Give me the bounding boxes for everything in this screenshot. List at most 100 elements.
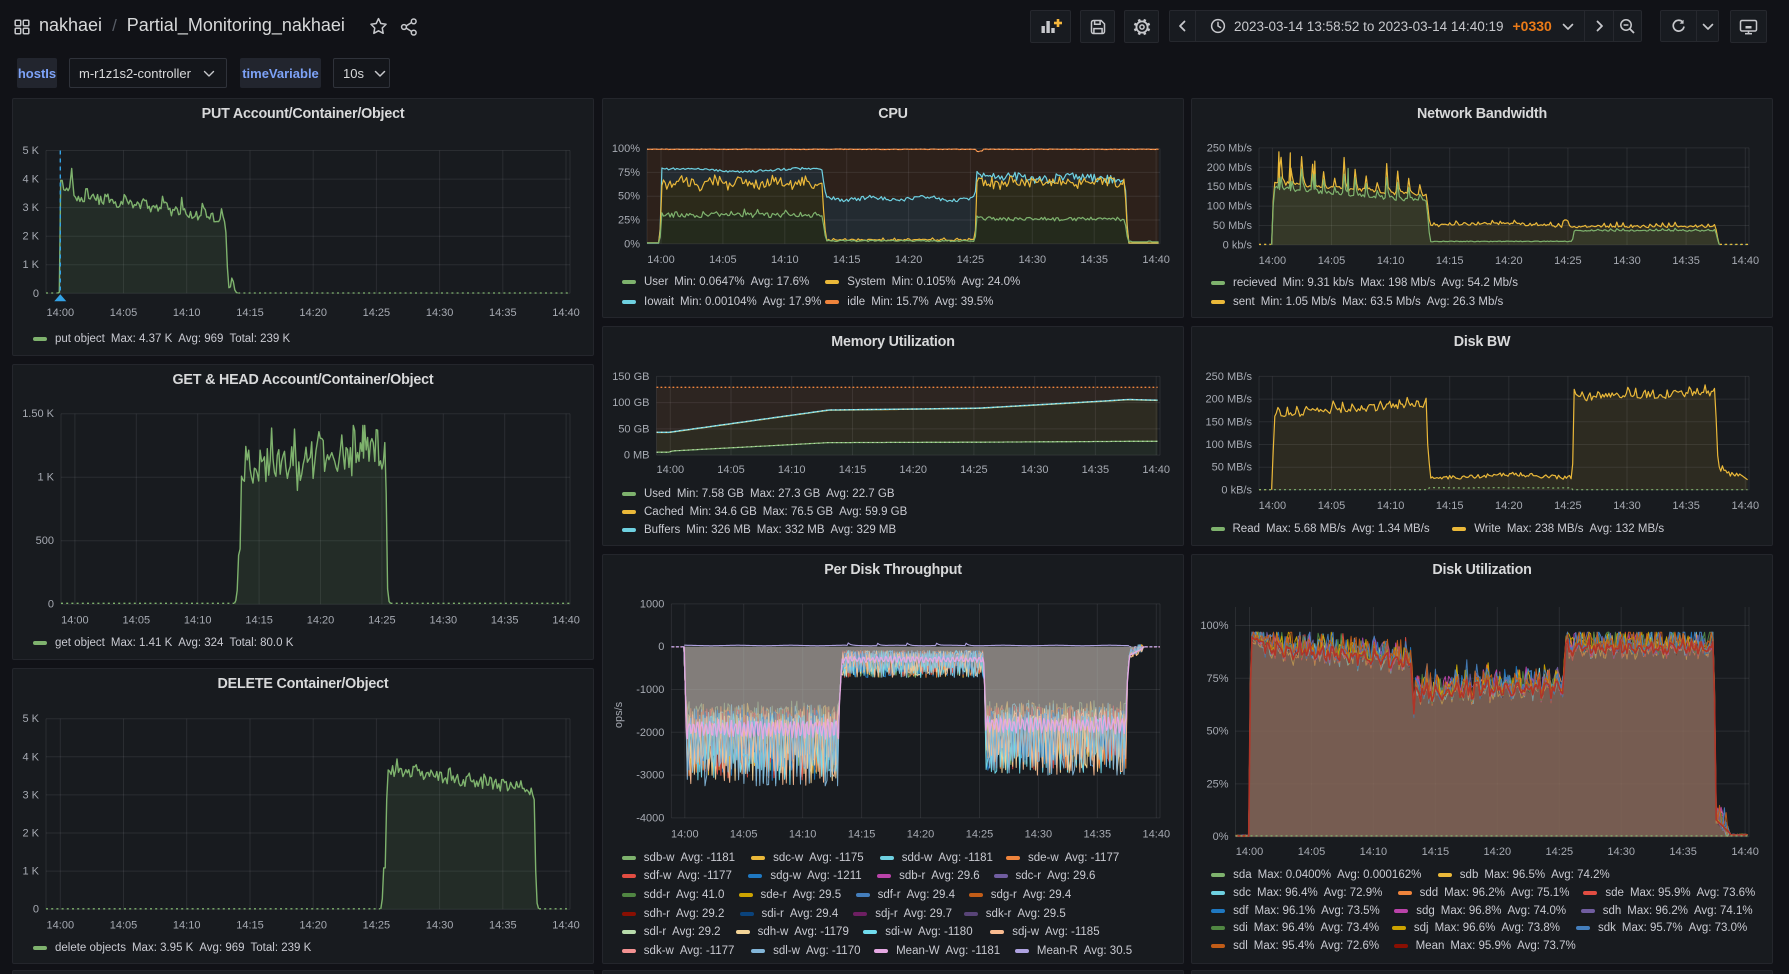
svg-text:14:25: 14:25 xyxy=(957,254,985,266)
svg-text:14:35: 14:35 xyxy=(1084,829,1112,841)
svg-text:1.50 K: 1.50 K xyxy=(22,408,54,420)
svg-text:150 MB/s: 150 MB/s xyxy=(1206,416,1253,428)
svg-text:14:40: 14:40 xyxy=(1143,829,1171,841)
svg-text:14:35: 14:35 xyxy=(1082,464,1110,476)
svg-text:14:25: 14:25 xyxy=(1546,846,1574,858)
svg-text:14:40: 14:40 xyxy=(1142,464,1170,476)
svg-text:25%: 25% xyxy=(618,215,640,227)
svg-text:14:30: 14:30 xyxy=(430,614,458,626)
svg-text:14:05: 14:05 xyxy=(110,307,138,319)
svg-text:1 K: 1 K xyxy=(22,259,39,271)
svg-text:0: 0 xyxy=(658,641,664,653)
svg-text:14:10: 14:10 xyxy=(184,614,212,626)
svg-text:0: 0 xyxy=(48,599,54,611)
svg-text:14:30: 14:30 xyxy=(426,919,454,931)
svg-text:14:25: 14:25 xyxy=(966,829,994,841)
svg-text:14:15: 14:15 xyxy=(848,829,876,841)
svg-text:14:00: 14:00 xyxy=(47,919,75,931)
svg-text:14:35: 14:35 xyxy=(489,919,517,931)
svg-text:0: 0 xyxy=(33,288,39,300)
svg-text:14:00: 14:00 xyxy=(671,829,699,841)
svg-text:14:10: 14:10 xyxy=(778,464,806,476)
svg-text:14:20: 14:20 xyxy=(895,254,923,266)
svg-text:14:15: 14:15 xyxy=(245,614,273,626)
svg-text:14:30: 14:30 xyxy=(1613,255,1641,267)
svg-text:500: 500 xyxy=(36,535,54,547)
svg-text:14:35: 14:35 xyxy=(491,614,519,626)
svg-text:3 K: 3 K xyxy=(22,202,39,214)
svg-text:50 MB/s: 50 MB/s xyxy=(1212,462,1253,474)
svg-text:14:40: 14:40 xyxy=(1142,254,1170,266)
svg-text:14:10: 14:10 xyxy=(1377,500,1405,512)
svg-text:150 GB: 150 GB xyxy=(612,371,649,383)
svg-text:100 MB/s: 100 MB/s xyxy=(1206,439,1253,451)
svg-text:250 MB/s: 250 MB/s xyxy=(1206,371,1253,383)
svg-text:14:15: 14:15 xyxy=(236,919,264,931)
svg-text:250 Mb/s: 250 Mb/s xyxy=(1207,142,1253,154)
svg-text:ops/s: ops/s xyxy=(613,701,625,728)
svg-text:14:25: 14:25 xyxy=(363,919,391,931)
svg-text:14:05: 14:05 xyxy=(709,254,737,266)
svg-text:14:10: 14:10 xyxy=(771,254,799,266)
svg-text:14:35: 14:35 xyxy=(1080,254,1108,266)
svg-text:14:05: 14:05 xyxy=(123,614,151,626)
svg-text:5 K: 5 K xyxy=(22,145,39,157)
svg-text:14:25: 14:25 xyxy=(368,614,396,626)
svg-text:-2000: -2000 xyxy=(636,727,664,739)
svg-text:14:10: 14:10 xyxy=(173,919,201,931)
svg-text:1 K: 1 K xyxy=(37,472,54,484)
svg-text:50 Mb/s: 50 Mb/s xyxy=(1213,220,1253,232)
svg-text:14:25: 14:25 xyxy=(363,307,391,319)
svg-text:0 MB: 0 MB xyxy=(624,450,650,462)
svg-text:150 Mb/s: 150 Mb/s xyxy=(1207,181,1253,193)
svg-text:14:10: 14:10 xyxy=(1360,846,1388,858)
svg-text:-4000: -4000 xyxy=(636,812,664,824)
svg-text:14:15: 14:15 xyxy=(1422,846,1450,858)
svg-text:-3000: -3000 xyxy=(636,770,664,782)
svg-text:100 GB: 100 GB xyxy=(612,397,649,409)
svg-text:14:10: 14:10 xyxy=(173,307,201,319)
svg-text:14:20: 14:20 xyxy=(899,464,927,476)
svg-text:0 kB/s: 0 kB/s xyxy=(1221,484,1252,496)
svg-text:14:25: 14:25 xyxy=(1554,500,1582,512)
svg-text:14:20: 14:20 xyxy=(299,919,327,931)
svg-text:14:30: 14:30 xyxy=(1607,846,1635,858)
svg-text:14:05: 14:05 xyxy=(110,919,138,931)
svg-text:200 MB/s: 200 MB/s xyxy=(1206,394,1253,406)
svg-text:14:35: 14:35 xyxy=(489,307,517,319)
svg-text:100%: 100% xyxy=(612,143,640,155)
svg-text:100 Mb/s: 100 Mb/s xyxy=(1207,201,1253,213)
svg-text:2 K: 2 K xyxy=(22,828,39,840)
svg-text:25%: 25% xyxy=(1206,778,1228,790)
svg-text:14:00: 14:00 xyxy=(1259,255,1287,267)
svg-text:14:40: 14:40 xyxy=(552,614,580,626)
svg-text:14:40: 14:40 xyxy=(1732,500,1760,512)
svg-text:14:20: 14:20 xyxy=(299,307,327,319)
svg-text:14:05: 14:05 xyxy=(730,829,758,841)
svg-text:14:15: 14:15 xyxy=(833,254,861,266)
svg-text:14:30: 14:30 xyxy=(1019,254,1047,266)
svg-text:14:15: 14:15 xyxy=(236,307,264,319)
svg-text:14:20: 14:20 xyxy=(1495,255,1523,267)
svg-text:14:20: 14:20 xyxy=(907,829,935,841)
svg-text:14:00: 14:00 xyxy=(1259,500,1287,512)
svg-text:14:40: 14:40 xyxy=(1732,255,1760,267)
svg-text:14:35: 14:35 xyxy=(1672,500,1700,512)
svg-text:14:15: 14:15 xyxy=(1436,255,1464,267)
svg-text:0%: 0% xyxy=(1213,831,1229,843)
svg-text:14:25: 14:25 xyxy=(1554,255,1582,267)
svg-text:75%: 75% xyxy=(1206,673,1228,685)
svg-text:14:20: 14:20 xyxy=(307,614,335,626)
svg-text:14:30: 14:30 xyxy=(1025,829,1053,841)
svg-text:5 K: 5 K xyxy=(22,713,39,725)
svg-text:14:30: 14:30 xyxy=(1613,500,1641,512)
svg-text:14:05: 14:05 xyxy=(1298,846,1326,858)
svg-text:75%: 75% xyxy=(618,167,640,179)
svg-text:14:00: 14:00 xyxy=(657,464,685,476)
svg-text:50%: 50% xyxy=(618,191,640,203)
svg-text:-1000: -1000 xyxy=(636,684,664,696)
svg-text:14:25: 14:25 xyxy=(960,464,988,476)
svg-text:14:40: 14:40 xyxy=(1731,846,1759,858)
svg-text:14:00: 14:00 xyxy=(647,254,675,266)
svg-text:14:30: 14:30 xyxy=(426,307,454,319)
